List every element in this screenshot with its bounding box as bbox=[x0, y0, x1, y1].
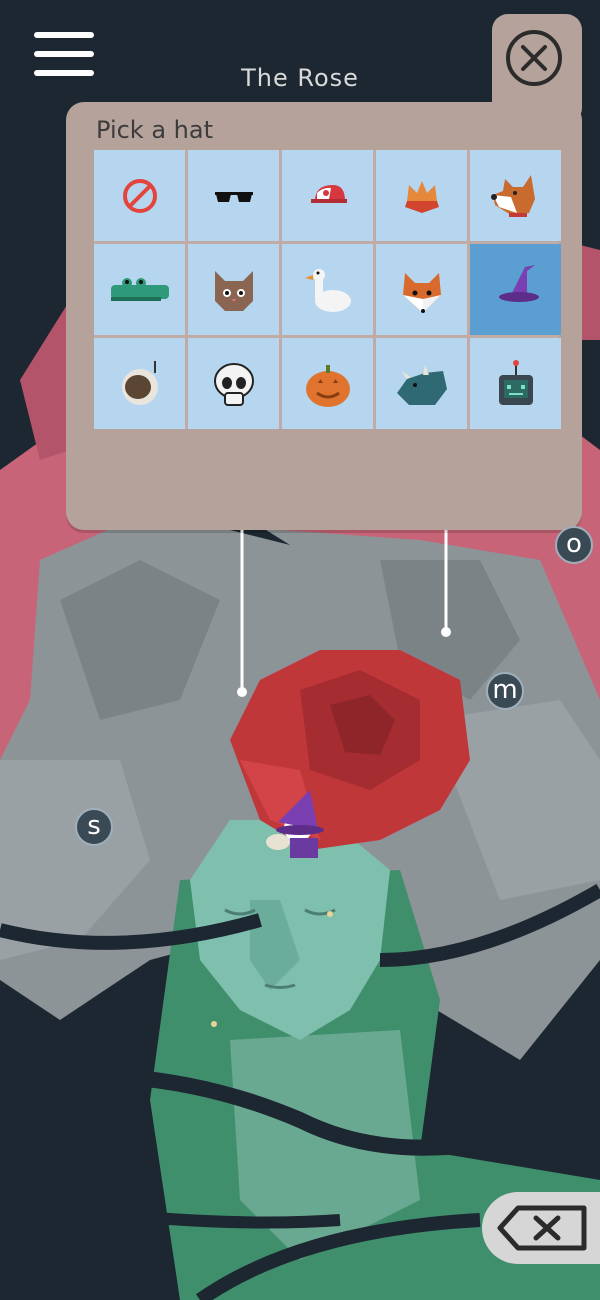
hat-option-dog[interactable] bbox=[470, 150, 561, 241]
hat-option-sunglasses[interactable] bbox=[188, 150, 279, 241]
hat-option-triceratops[interactable] bbox=[376, 338, 467, 429]
hat-option-cap[interactable] bbox=[282, 150, 373, 241]
skull-icon bbox=[213, 362, 254, 406]
robot-icon bbox=[498, 359, 533, 405]
crown-icon bbox=[404, 180, 439, 213]
goose-icon bbox=[304, 268, 351, 312]
hat-option-crown[interactable] bbox=[376, 150, 467, 241]
wizard-hat-icon bbox=[498, 264, 539, 302]
backspace-button[interactable] bbox=[482, 1192, 600, 1264]
hat-option-fox[interactable] bbox=[376, 244, 467, 335]
hat-option-wizard-hat[interactable] bbox=[470, 244, 561, 335]
hat-option-robot[interactable] bbox=[470, 338, 561, 429]
hat-option-goose[interactable] bbox=[282, 244, 373, 335]
hat-option-none[interactable] bbox=[94, 150, 185, 241]
hat-option-pumpkin[interactable] bbox=[282, 338, 373, 429]
no-hat-icon bbox=[122, 178, 157, 213]
cap-icon bbox=[310, 184, 347, 203]
panel-title: Pick a hat bbox=[96, 116, 213, 144]
cat-icon bbox=[214, 270, 253, 311]
hat-option-astronaut-helmet[interactable] bbox=[94, 338, 185, 429]
hat-option-crocodile[interactable] bbox=[94, 244, 185, 335]
hat-picker-panel: Pick a hat bbox=[66, 102, 582, 530]
pumpkin-icon bbox=[305, 364, 350, 407]
close-icon bbox=[521, 45, 547, 71]
close-button[interactable] bbox=[506, 30, 562, 86]
hat-grid bbox=[94, 150, 561, 429]
triceratops-icon bbox=[396, 364, 447, 405]
dog-icon bbox=[490, 174, 535, 217]
fox-icon bbox=[402, 272, 441, 313]
hat-option-skull[interactable] bbox=[188, 338, 279, 429]
sunglasses-icon bbox=[214, 191, 253, 202]
letter-bubble-o[interactable]: o bbox=[555, 526, 593, 564]
astronaut-helmet-icon bbox=[121, 360, 158, 405]
hat-option-cat[interactable] bbox=[188, 244, 279, 335]
letter-bubble-m[interactable]: m bbox=[486, 672, 524, 710]
backspace-icon bbox=[497, 1205, 587, 1251]
crocodile-icon bbox=[110, 277, 169, 301]
letter-bubble-s[interactable]: s bbox=[75, 808, 113, 846]
hamburger-icon bbox=[34, 32, 94, 38]
